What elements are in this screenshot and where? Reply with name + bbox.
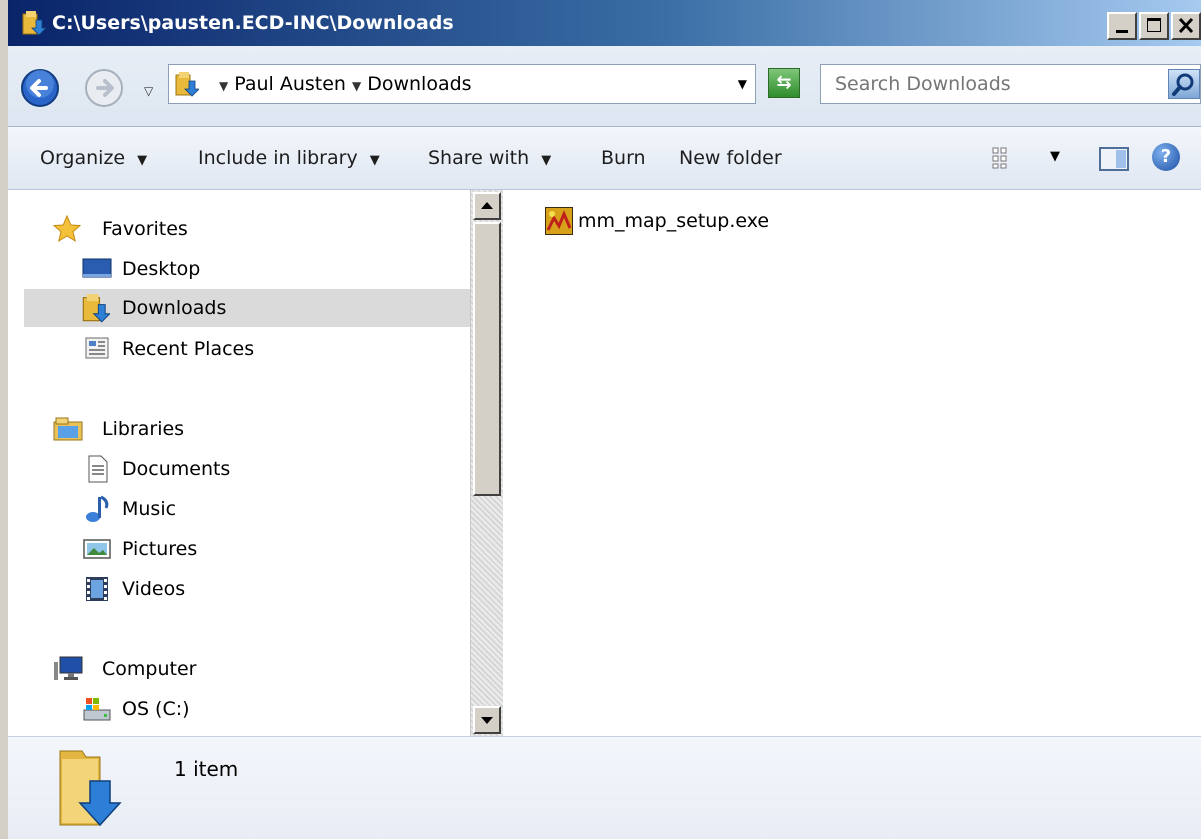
downloads-folder-icon	[52, 745, 128, 836]
arrow-down-icon	[481, 717, 493, 724]
organize-label: Organize	[40, 147, 126, 169]
breadcrumb-downloads[interactable]: Downloads	[367, 73, 471, 95]
navigation-pane: Favorites Desktop Downloads Recent Place…	[8, 190, 470, 736]
nav-label: Videos	[122, 578, 186, 600]
share-with-label: Share with	[428, 147, 530, 169]
documents-icon	[82, 454, 112, 489]
chevron-down-icon: ▼	[369, 153, 380, 168]
recent-pages-dropdown[interactable]: ▽	[144, 84, 153, 98]
pictures-icon	[82, 534, 112, 569]
navigation-bar: ▽ ▼ Paul Austen ▼ Downloads ▼ ⇆	[8, 46, 1201, 127]
installer-exe-icon	[544, 206, 574, 241]
nav-label: Documents	[122, 458, 231, 480]
forward-button[interactable]	[84, 68, 124, 113]
downloads-folder-icon	[22, 10, 47, 41]
back-button[interactable]	[20, 68, 60, 113]
change-view-button[interactable]	[990, 145, 1016, 176]
minimize-button[interactable]	[1107, 12, 1137, 40]
nav-label: Recent Places	[122, 338, 255, 360]
scroll-down-button[interactable]	[473, 706, 501, 734]
computer-icon	[52, 654, 84, 689]
breadcrumb-paul-austen[interactable]: Paul Austen	[234, 73, 346, 95]
organize-menu[interactable]: Organize ▼	[40, 147, 147, 169]
breadcrumb-separator[interactable]: ▼	[352, 79, 361, 93]
refresh-button[interactable]: ⇆	[768, 68, 800, 98]
include-in-library-label: Include in library	[198, 147, 358, 169]
preview-pane-icon	[1099, 147, 1129, 171]
item-count: 1 item	[174, 757, 239, 781]
view-options-icon	[992, 147, 1007, 169]
search-button[interactable]	[1168, 69, 1200, 99]
scroll-thumb[interactable]	[473, 222, 501, 496]
command-bar: Organize ▼ Include in library ▼ Share with…	[8, 127, 1201, 190]
nav-label: Music	[122, 498, 177, 520]
chevron-down-icon: ▼	[137, 153, 148, 168]
scroll-up-button[interactable]	[473, 192, 501, 220]
address-history-dropdown[interactable]: ▼	[738, 77, 747, 91]
new-folder-button[interactable]: New folder	[679, 147, 782, 169]
burn-button[interactable]: Burn	[601, 147, 646, 169]
title-bar[interactable]: C:\Users\pausten.ECD-INC\Downloads	[8, 0, 1201, 46]
address-bar[interactable]: ▼ Paul Austen ▼ Downloads ▼	[168, 64, 756, 104]
help-button[interactable]: ?	[1152, 143, 1180, 171]
nav-label: Favorites	[102, 218, 188, 240]
view-options-dropdown[interactable]: ▼	[1050, 149, 1060, 164]
forward-arrow-icon	[85, 69, 123, 107]
nav-label: Desktop	[122, 258, 201, 280]
breadcrumb-separator[interactable]: ▼	[219, 79, 228, 93]
breadcrumb: ▼ Paul Austen ▼ Downloads	[213, 73, 472, 95]
star-icon	[52, 214, 82, 249]
recent-places-icon	[82, 334, 112, 369]
explorer-window: C:\Users\pausten.ECD-INC\Downloads ▽ ▼ P…	[0, 0, 1201, 839]
refresh-icon: ⇆	[776, 72, 792, 93]
maximize-button[interactable]	[1139, 12, 1169, 40]
close-button[interactable]	[1171, 12, 1201, 40]
back-arrow-icon	[21, 69, 59, 107]
nav-label: Pictures	[122, 538, 198, 560]
libraries-icon	[52, 414, 84, 449]
downloads-folder-icon	[175, 71, 200, 102]
nav-label: Libraries	[102, 418, 185, 440]
file-name: mm_map_setup.exe	[578, 210, 770, 232]
file-list[interactable]: mm_map_setup.exe	[504, 190, 1201, 736]
desktop-icon	[82, 254, 112, 287]
search-icon	[1172, 73, 1194, 96]
chevron-down-icon: ▼	[541, 153, 552, 168]
search-box[interactable]	[820, 64, 1201, 104]
preview-pane-button[interactable]	[1098, 145, 1130, 178]
videos-film-icon	[82, 574, 112, 609]
drive-icon	[82, 694, 112, 729]
include-in-library-menu[interactable]: Include in library ▼	[198, 147, 380, 169]
details-pane: 1 item	[8, 736, 1201, 839]
window-title: C:\Users\pausten.ECD-INC\Downloads	[52, 12, 454, 34]
nav-label: Downloads	[122, 297, 227, 319]
music-note-icon	[82, 494, 112, 529]
nav-label: OS (C:)	[122, 698, 190, 720]
close-icon	[1178, 17, 1194, 34]
arrow-up-icon	[481, 202, 493, 209]
navigation-pane-scrollbar[interactable]	[470, 190, 503, 736]
share-with-menu[interactable]: Share with ▼	[428, 147, 551, 169]
nav-item-downloads[interactable]: Downloads	[24, 289, 470, 327]
search-input[interactable]	[821, 65, 1161, 103]
downloads-folder-icon	[82, 293, 111, 328]
nav-label: Computer	[102, 658, 197, 680]
